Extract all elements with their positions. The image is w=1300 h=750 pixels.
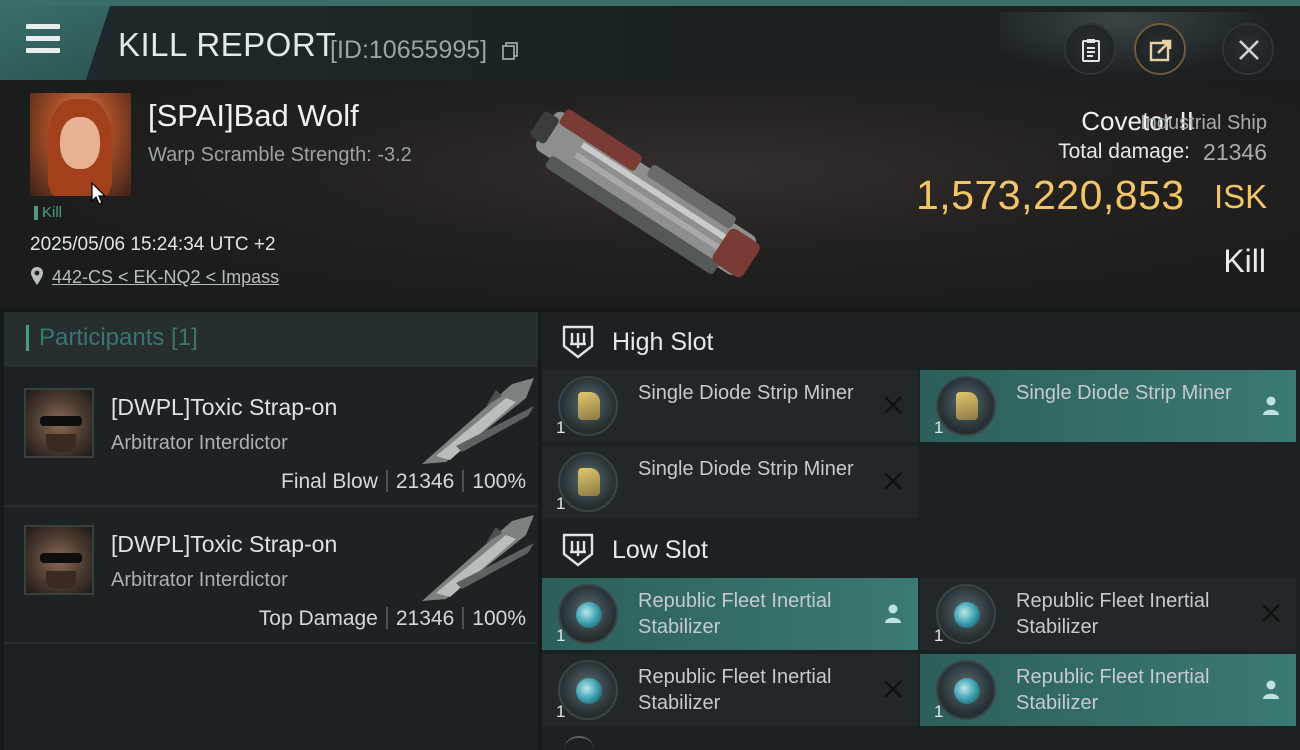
- copy-icon[interactable]: [502, 42, 518, 60]
- participant-ship-image: [422, 515, 534, 601]
- person-icon: [885, 604, 901, 623]
- strip-miner-icon: [936, 376, 996, 436]
- high-slot-label: High Slot: [612, 328, 714, 356]
- mouse-cursor-icon: [91, 182, 107, 205]
- close-icon: [1239, 40, 1259, 60]
- module-quantity: 1: [556, 418, 566, 437]
- participant-percent: 100%: [472, 607, 526, 630]
- person-icon: [1263, 680, 1279, 699]
- module-item[interactable]: 1 Republic Fleet Inertial Stabilizer: [542, 578, 918, 650]
- kill-timestamp: 2025/05/06 15:24:34 UTC +2: [30, 234, 276, 255]
- strip-miner-icon: [558, 452, 618, 512]
- participant-avatar[interactable]: [24, 525, 94, 595]
- module-item[interactable]: 1 Republic Fleet Inertial Stabilizer: [920, 654, 1296, 726]
- inertial-stabilizer-icon: [558, 660, 618, 720]
- participant-row[interactable]: [DWPL]Toxic Strap-on Arbitrator Interdic…: [4, 370, 538, 507]
- low-slot-icon: [562, 533, 594, 567]
- module-item[interactable]: 1 Single Diode Strip Miner: [542, 446, 918, 518]
- warp-scramble-strength: Warp Scramble Strength: -3.2: [148, 144, 412, 166]
- module-quantity: 1: [556, 626, 566, 645]
- menu-button[interactable]: [0, 6, 110, 80]
- participant-row[interactable]: [DWPL]Toxic Strap-on Arbitrator Interdic…: [4, 507, 538, 644]
- module-item[interactable]: 1 Republic Fleet Inertial Stabilizer: [920, 578, 1296, 650]
- low-slot-label: Low Slot: [612, 536, 708, 564]
- destroyed-x-icon: [884, 472, 902, 490]
- strip-miner-icon: [558, 376, 618, 436]
- module-quantity: 1: [556, 702, 566, 721]
- participants-header: Participants [1]: [4, 312, 538, 367]
- kill-location-link[interactable]: 442-CS < EK-NQ2 < Impass: [52, 267, 279, 288]
- module-name: Republic Fleet Inertial Stabilizer: [1016, 590, 1210, 638]
- victim-portrait[interactable]: [30, 93, 131, 196]
- destroyed-x-icon: [884, 680, 902, 698]
- participant-role: Final Blow: [281, 470, 378, 493]
- participant-name: [DWPL]Toxic Strap-on: [111, 394, 338, 420]
- module-item[interactable]: 1 Republic Fleet Inertial Stabilizer: [542, 654, 918, 726]
- participants-label: Participants [1]: [26, 325, 198, 351]
- share-icon: [1149, 39, 1172, 62]
- menu-icon: [26, 24, 60, 29]
- fitting-panel: High Slot 1 Single Diode Strip Miner 1 S…: [542, 312, 1300, 750]
- victim-ship-image: [530, 109, 760, 278]
- module-name: Single Diode Strip Miner: [638, 458, 854, 480]
- high-slot-header: High Slot: [542, 314, 1300, 370]
- participant-percent: 100%: [472, 470, 526, 493]
- location-pin-icon: [31, 267, 43, 285]
- high-slot-icon: [562, 325, 594, 359]
- header: KILL REPORT [ID:10655995]: [0, 0, 1300, 86]
- module-name: Republic Fleet Inertial Stabilizer: [638, 590, 832, 638]
- participant-stats: Final Blow 21346 100%: [281, 470, 526, 494]
- module-name: Single Diode Strip Miner: [638, 382, 854, 404]
- total-damage-value: 21346: [1203, 139, 1267, 165]
- module-quantity: 1: [934, 626, 944, 645]
- victim-banner: [SPAI]Bad Wolf Warp Scramble Strength: -…: [0, 80, 1300, 308]
- module-name: Single Diode Strip Miner: [1016, 382, 1232, 404]
- module-quantity: 1: [934, 702, 944, 721]
- victim-name[interactable]: [SPAI]Bad Wolf: [148, 98, 359, 134]
- module-item[interactable]: 1 Single Diode Strip Miner: [920, 370, 1296, 442]
- participant-name: [DWPL]Toxic Strap-on: [111, 531, 338, 557]
- report-button[interactable]: [1064, 23, 1116, 75]
- victim-ship-class: Industrial Ship: [1140, 112, 1267, 134]
- isk-value: 1,573,220,853: [916, 172, 1185, 218]
- total-damage-label: Total damage:: [1058, 140, 1190, 163]
- participant-role: Top Damage: [258, 607, 378, 630]
- inertial-stabilizer-icon: [936, 584, 996, 644]
- report-id: [ID:10655995]: [330, 36, 488, 64]
- participant-avatar[interactable]: [24, 388, 94, 458]
- module-name: Republic Fleet Inertial Stabilizer: [638, 666, 832, 714]
- module-item[interactable]: 1 Single Diode Strip Miner: [542, 370, 918, 442]
- close-button[interactable]: [1222, 23, 1274, 75]
- participant-stats: Top Damage 21346 100%: [259, 607, 526, 631]
- kill-tag: Kill: [34, 205, 62, 220]
- destroyed-x-icon: [884, 396, 902, 414]
- page-title: KILL REPORT: [118, 26, 337, 63]
- participant-damage: 21346: [395, 470, 455, 493]
- low-slot-header: Low Slot: [542, 522, 1300, 578]
- inertial-stabilizer-icon: [936, 660, 996, 720]
- module-quantity: 1: [934, 418, 944, 437]
- participants-panel: Participants [1] [DWPL]Toxic Strap-on Ar…: [4, 312, 538, 750]
- participant-ship: Arbitrator Interdictor: [111, 569, 288, 591]
- module-name: Republic Fleet Inertial Stabilizer: [1016, 666, 1210, 714]
- destroyed-x-icon: [1262, 604, 1280, 622]
- module-quantity: 1: [556, 494, 566, 513]
- clipboard-icon: [1082, 39, 1100, 62]
- isk-unit: ISK: [1214, 178, 1268, 215]
- participant-ship: Arbitrator Interdictor: [111, 432, 288, 454]
- next-slot-header-partial: [564, 736, 594, 750]
- participant-damage: 21346: [395, 607, 455, 630]
- inertial-stabilizer-icon: [558, 584, 618, 644]
- person-icon: [1263, 396, 1279, 415]
- participant-ship-image: [422, 378, 534, 464]
- kill-result: Kill: [1223, 243, 1266, 279]
- share-button[interactable]: [1134, 23, 1186, 75]
